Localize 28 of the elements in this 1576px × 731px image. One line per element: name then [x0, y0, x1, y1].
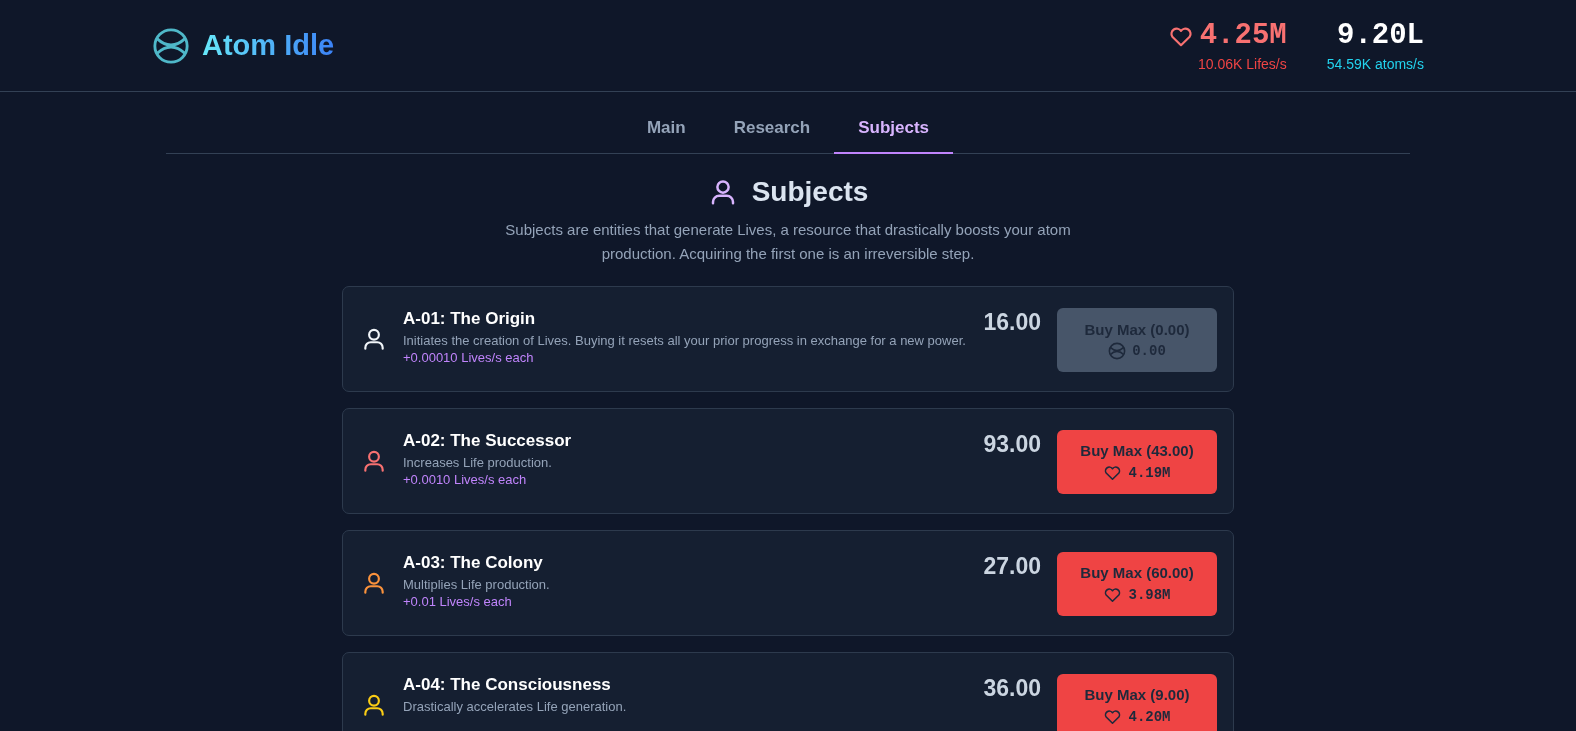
- subject-name: A-04: The Consciousness: [403, 675, 612, 695]
- tab[interactable]: Research: [709, 106, 835, 154]
- subject-description: Multiplies Life production.: [403, 577, 551, 592]
- atoms-count: 9.20L: [1337, 19, 1424, 52]
- owned-count: 36.00: [983, 675, 1041, 702]
- buy-max-button[interactable]: Buy Max (43.00) 4.19M: [1057, 430, 1217, 494]
- subject-production: +0.0010 Lives/s each: [403, 472, 528, 487]
- tab[interactable]: Subjects: [834, 106, 954, 154]
- atoms-rate: 54.59K atoms/s: [1326, 56, 1424, 72]
- subject-name: A-01: The Origin: [403, 309, 537, 329]
- owned-count: 93.00: [983, 431, 1041, 458]
- buy-max-button[interactable]: Buy Max (9.00) 4.20M: [1057, 674, 1217, 731]
- section-description: Subjects are entities that generate Lives, a resource that drastically boosts your atom production. Acquiring the first one is an irreversible step.: [504, 220, 1072, 264]
- atom-icon: [152, 26, 190, 65]
- buy-max-button[interactable]: Buy Max (60.00) 3.98M: [1057, 552, 1217, 616]
- subject-description: Drastically accelerates Life generation.: [403, 699, 628, 714]
- subject-production: +0.01 Lives/s each: [403, 594, 513, 609]
- owned-count: 27.00: [983, 553, 1041, 580]
- owned-count: 16.00: [983, 309, 1041, 336]
- lives-count: 4.25M: [1199, 19, 1287, 52]
- tab[interactable]: Main: [622, 106, 710, 154]
- lives-rate: 10.06K Lifes/s: [1198, 56, 1287, 72]
- subject-description: Initiates the creation of Lives. Buying it resets all your prior progress in exchange for a new power.: [403, 333, 967, 348]
- subject-name: A-02: The Successor: [403, 431, 573, 451]
- subject-name: A-03: The Colony: [403, 553, 544, 573]
- section-title: Subjects: [751, 176, 869, 208]
- subject-description: Increases Life production.: [403, 455, 553, 470]
- subject-production: +0.00010 Lives/s each: [403, 350, 535, 365]
